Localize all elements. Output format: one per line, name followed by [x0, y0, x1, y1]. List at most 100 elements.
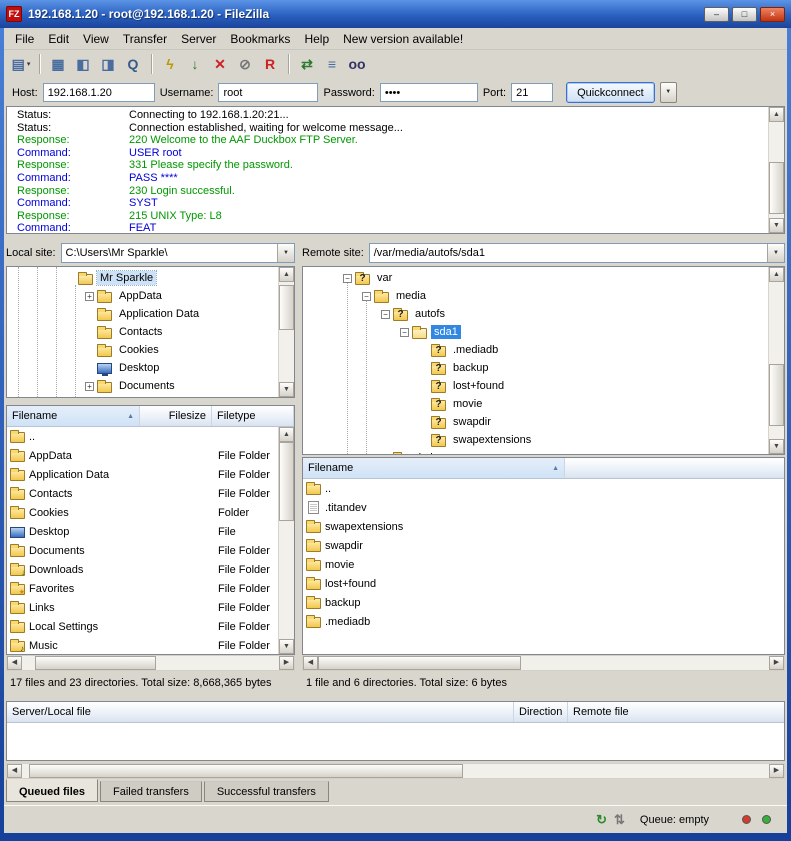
scroll-right-icon[interactable]: ▶ — [279, 656, 294, 670]
toggle-log-button[interactable]: ▦ — [46, 53, 70, 76]
scrollbar-track[interactable] — [279, 442, 294, 639]
file-row[interactable]: DownloadsFile Folder — [7, 560, 294, 579]
tree-item[interactable]: −var — [305, 269, 766, 287]
chevron-down-icon[interactable]: ▼ — [277, 244, 294, 262]
tree-item[interactable]: backup — [305, 359, 766, 377]
scroll-down-icon[interactable]: ▼ — [769, 439, 784, 454]
scrollbar-thumb[interactable] — [29, 764, 462, 778]
tree-item[interactable]: +AppData — [9, 287, 276, 305]
tree-item[interactable]: dvd — [305, 449, 766, 455]
vertical-scrollbar[interactable]: ▲▼ — [768, 267, 784, 454]
scrollbar-track[interactable] — [279, 282, 294, 382]
scrollbar-thumb[interactable] — [769, 364, 784, 427]
file-row[interactable]: Application DataFile Folder — [7, 465, 294, 484]
scroll-right-icon[interactable]: ▶ — [769, 656, 784, 670]
menu-item-new-version-available[interactable]: New version available! — [336, 29, 470, 49]
menu-item-bookmarks[interactable]: Bookmarks — [223, 29, 297, 49]
vertical-scrollbar[interactable]: ▲▼ — [768, 107, 784, 233]
file-row[interactable]: .. — [7, 427, 294, 446]
file-row[interactable]: swapextensions — [303, 517, 784, 536]
port-input[interactable] — [511, 83, 553, 102]
file-row[interactable]: DesktopFile — [7, 522, 294, 541]
tree-item[interactable]: swapextensions — [305, 431, 766, 449]
sync-status-icon[interactable]: ↻ — [596, 812, 607, 828]
title-bar[interactable]: FZ 192.168.1.20 - root@192.168.1.20 - Fi… — [0, 0, 791, 28]
header-filesize[interactable]: Filesize — [140, 406, 212, 426]
file-row[interactable]: swapdir — [303, 536, 784, 555]
scroll-up-icon[interactable]: ▲ — [769, 267, 784, 282]
scrollbar-track[interactable] — [22, 656, 279, 670]
scroll-up-icon[interactable]: ▲ — [279, 427, 294, 442]
tree-item[interactable]: +Documents — [9, 377, 276, 395]
scrollbar-track[interactable] — [22, 764, 769, 778]
disconnect-button[interactable]: ⊘ — [233, 53, 257, 76]
scrollbar-thumb[interactable] — [279, 442, 294, 521]
file-row[interactable]: .mediadb — [303, 612, 784, 631]
tree-item[interactable]: lost+found — [305, 377, 766, 395]
cancel-button[interactable]: ✕ — [208, 53, 232, 76]
scroll-down-icon[interactable]: ▼ — [279, 639, 294, 654]
scrollbar-thumb[interactable] — [318, 656, 521, 670]
collapse-icon[interactable]: − — [362, 292, 371, 301]
horizontal-scrollbar[interactable]: ◀▶ — [302, 655, 785, 671]
file-row[interactable]: AppDataFile Folder — [7, 446, 294, 465]
tree-item[interactable]: −autofs — [305, 305, 766, 323]
file-row[interactable]: lost+found — [303, 574, 784, 593]
tree-item[interactable]: +Downloads — [9, 395, 276, 398]
collapse-icon[interactable]: − — [381, 310, 390, 319]
file-row[interactable]: backup — [303, 593, 784, 612]
process-queue-button[interactable]: ↓ — [183, 53, 207, 76]
username-input[interactable] — [218, 83, 318, 102]
header-filename[interactable]: Filename ▲ — [7, 406, 140, 426]
scrollbar-track[interactable] — [769, 122, 784, 218]
site-manager-button[interactable]: ▤▾ — [9, 53, 33, 76]
menu-item-file[interactable]: File — [8, 29, 41, 49]
quickconnect-button[interactable]: Quickconnect — [566, 82, 655, 103]
vertical-scrollbar[interactable]: ▲▼ — [278, 427, 294, 654]
tree-item[interactable]: .mediadb — [305, 341, 766, 359]
menu-item-transfer[interactable]: Transfer — [116, 29, 174, 49]
scroll-left-icon[interactable]: ◀ — [7, 764, 22, 778]
file-row[interactable]: FavoritesFile Folder — [7, 579, 294, 598]
toggle-local-tree-button[interactable]: ◧ — [71, 53, 95, 76]
tree-item[interactable]: −media — [305, 287, 766, 305]
local-site-combo[interactable]: C:\Users\Mr Sparkle\ ▼ — [61, 243, 295, 263]
expand-icon[interactable]: + — [85, 292, 94, 301]
host-input[interactable] — [43, 83, 155, 102]
collapse-icon[interactable]: − — [400, 328, 409, 337]
synchronized-browsing-button[interactable]: ⇄ — [295, 53, 319, 76]
scroll-right-icon[interactable]: ▶ — [769, 764, 784, 778]
scrollbar-track[interactable] — [318, 656, 769, 670]
toggle-remote-tree-button[interactable]: ◨ — [96, 53, 120, 76]
chevron-down-icon[interactable]: ▼ — [767, 244, 784, 262]
tab-successful-trans[interactable]: Successful transfers — [204, 781, 329, 802]
file-row[interactable]: LinksFile Folder — [7, 598, 294, 617]
maximize-button[interactable]: □ — [732, 7, 757, 22]
header-filename[interactable]: Filename ▲ — [303, 458, 565, 478]
file-row[interactable]: .. — [303, 479, 784, 498]
tab-queued-files[interactable]: Queued files — [6, 779, 98, 802]
refresh-button[interactable]: ϟ — [158, 53, 182, 76]
scroll-left-icon[interactable]: ◀ — [303, 656, 318, 670]
tree-item[interactable]: −sda1 — [305, 323, 766, 341]
scrollbar-track[interactable] — [769, 282, 784, 439]
menu-item-server[interactable]: Server — [174, 29, 223, 49]
password-input[interactable] — [380, 83, 478, 102]
search-files-button[interactable]: oo — [345, 53, 369, 76]
file-row[interactable]: DocumentsFile Folder — [7, 541, 294, 560]
scrollbar-thumb[interactable] — [769, 162, 784, 214]
scroll-up-icon[interactable]: ▲ — [279, 267, 294, 282]
scrollbar-thumb[interactable] — [35, 656, 156, 670]
file-row[interactable]: movie — [303, 555, 784, 574]
toggle-queue-button[interactable]: Q — [121, 53, 145, 76]
tree-item[interactable]: Cookies — [9, 341, 276, 359]
file-row[interactable]: ContactsFile Folder — [7, 484, 294, 503]
menu-item-view[interactable]: View — [76, 29, 116, 49]
tree-item[interactable]: Contacts — [9, 323, 276, 341]
file-row[interactable]: .titandev — [303, 498, 784, 517]
speed-limit-icon[interactable]: ⇅ — [614, 812, 625, 828]
close-button[interactable]: × — [760, 7, 785, 22]
tree-item[interactable]: Mr Sparkle — [9, 269, 276, 287]
menu-item-help[interactable]: Help — [297, 29, 336, 49]
header-filetype[interactable]: Filetype — [212, 406, 294, 426]
